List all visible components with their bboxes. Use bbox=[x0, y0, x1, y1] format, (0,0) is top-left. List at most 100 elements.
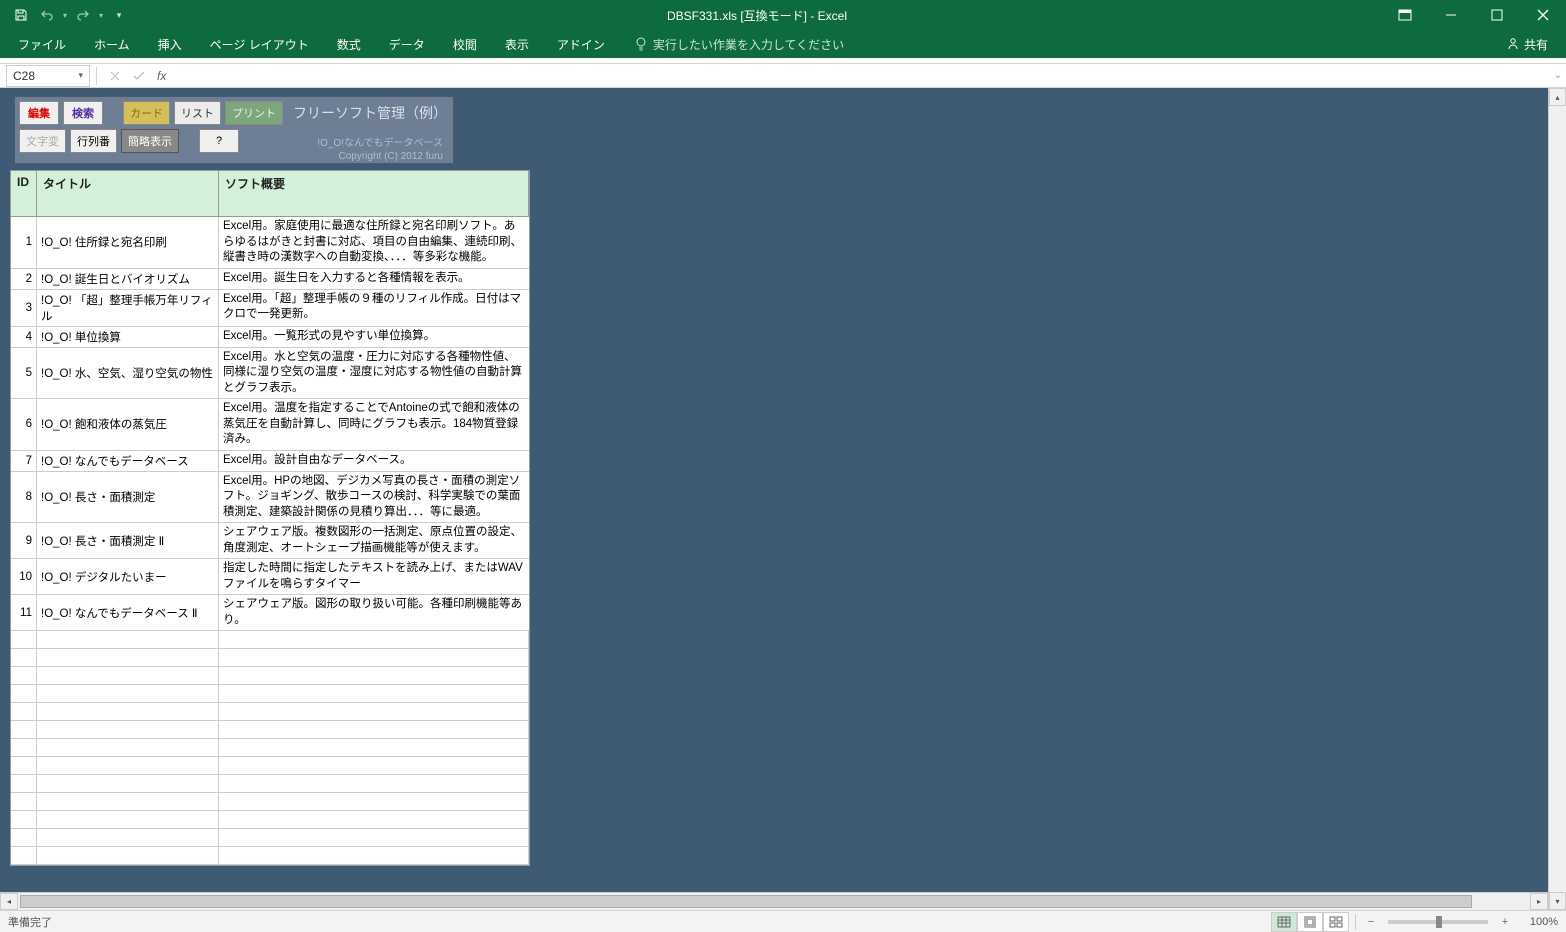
cancel-formula-button[interactable] bbox=[103, 65, 127, 87]
undo-button[interactable] bbox=[34, 2, 60, 28]
table-row-empty[interactable] bbox=[11, 775, 529, 793]
tab-home[interactable]: ホーム bbox=[80, 30, 144, 58]
cell-title[interactable]: !O_O! なんでもデータベース Ⅱ bbox=[37, 595, 219, 630]
cell-id[interactable]: 5 bbox=[11, 348, 37, 399]
table-row[interactable]: 6!O_O! 飽和液体の蒸気圧Excel用。温度を指定することでAntoineの… bbox=[11, 399, 529, 451]
cell-title[interactable]: !O_O! なんでもデータベース bbox=[37, 451, 219, 471]
table-row[interactable]: 2!O_O! 誕生日とバイオリズムExcel用。誕生日を入力すると各種情報を表示… bbox=[11, 269, 529, 290]
scroll-left-button[interactable]: ◂ bbox=[0, 893, 18, 910]
scroll-right-button[interactable]: ▸ bbox=[1530, 893, 1548, 910]
vscroll-track[interactable] bbox=[1549, 106, 1566, 892]
table-row-empty[interactable] bbox=[11, 649, 529, 667]
tab-print[interactable]: プリント bbox=[225, 101, 283, 125]
help-button[interactable]: ? bbox=[199, 129, 239, 153]
table-row[interactable]: 4!O_O! 単位換算Excel用。一覧形式の見やすい単位換算。 bbox=[11, 327, 529, 348]
tab-insert[interactable]: 挿入 bbox=[144, 30, 196, 58]
cell-title[interactable]: !O_O! 水、空気、湿り空気の物性 bbox=[37, 348, 219, 399]
cell-id[interactable]: 3 bbox=[11, 290, 37, 326]
cell-id[interactable]: 4 bbox=[11, 327, 37, 347]
redo-dropdown[interactable]: ▾ bbox=[96, 2, 106, 28]
cell-title[interactable]: !O_O! 長さ・面積測定 Ⅱ bbox=[37, 523, 219, 558]
rowcol-button[interactable]: 行列番 bbox=[70, 129, 117, 153]
table-row[interactable]: 5!O_O! 水、空気、湿り空気の物性Excel用。水と空気の温度・圧力に対応す… bbox=[11, 348, 529, 400]
ribbon-options-button[interactable] bbox=[1382, 0, 1428, 30]
tab-list[interactable]: リスト bbox=[174, 101, 221, 125]
table-row[interactable]: 10!O_O! デジタルたいまー指定した時間に指定したテキストを読み上げ、または… bbox=[11, 559, 529, 595]
cell-id[interactable]: 10 bbox=[11, 559, 37, 594]
view-pagelayout-button[interactable] bbox=[1297, 912, 1323, 932]
cell-desc[interactable]: Excel用。一覧形式の見やすい単位換算。 bbox=[219, 327, 529, 347]
cell-desc[interactable]: Excel用。家庭使用に最適な住所録と宛名印刷ソフト。あらゆるはがきと封書に対応… bbox=[219, 217, 529, 268]
horizontal-scrollbar[interactable]: ◂ ▸ bbox=[0, 892, 1548, 910]
cell-id[interactable]: 9 bbox=[11, 523, 37, 558]
cell-desc[interactable]: シェアウェア版。複数図形の一括測定、原点位置の設定、角度測定、オートシェープ描画… bbox=[219, 523, 529, 558]
table-row-empty[interactable] bbox=[11, 703, 529, 721]
cell-desc[interactable]: Excel用。「超」整理手帳の９種のリフィル作成。日付はマクロで一発更新。 bbox=[219, 290, 529, 326]
cell-desc[interactable]: Excel用。水と空気の温度・圧力に対応する各種物性値、同様に湿り空気の温度・湿… bbox=[219, 348, 529, 399]
maximize-button[interactable] bbox=[1474, 0, 1520, 30]
cell-id[interactable]: 11 bbox=[11, 595, 37, 630]
cell-desc[interactable]: Excel用。HPの地図、デジカメ写真の長さ・面積の測定ソフト。ジョギング、散歩… bbox=[219, 472, 529, 523]
redo-button[interactable] bbox=[70, 2, 96, 28]
enter-formula-button[interactable] bbox=[127, 65, 151, 87]
tab-addins[interactable]: アドイン bbox=[543, 30, 619, 58]
table-row[interactable]: 7!O_O! なんでもデータベースExcel用。設計自由なデータベース。 bbox=[11, 451, 529, 472]
tab-card[interactable]: カード bbox=[123, 101, 170, 125]
cell-desc[interactable]: 指定した時間に指定したテキストを読み上げ、またはWAVファイルを鳴らすタイマー bbox=[219, 559, 529, 594]
moji-button[interactable]: 文字変 bbox=[19, 129, 66, 153]
table-row[interactable]: 8!O_O! 長さ・面積測定Excel用。HPの地図、デジカメ写真の長さ・面積の… bbox=[11, 472, 529, 524]
cell-title[interactable]: !O_O! 「超」整理手帳万年リフィル bbox=[37, 290, 219, 326]
tab-data[interactable]: データ bbox=[375, 30, 439, 58]
tab-pagelayout[interactable]: ページ レイアウト bbox=[196, 30, 323, 58]
table-row-empty[interactable] bbox=[11, 685, 529, 703]
scroll-up-button[interactable]: ▴ bbox=[1549, 88, 1566, 106]
zoom-in-button[interactable]: + bbox=[1496, 916, 1514, 928]
tab-view[interactable]: 表示 bbox=[491, 30, 543, 58]
cell-id[interactable]: 1 bbox=[11, 217, 37, 268]
table-row-empty[interactable] bbox=[11, 721, 529, 739]
zoom-slider[interactable] bbox=[1388, 920, 1488, 924]
zoom-out-button[interactable]: − bbox=[1362, 916, 1380, 928]
cell-title[interactable]: !O_O! 単位換算 bbox=[37, 327, 219, 347]
tab-file[interactable]: ファイル bbox=[4, 30, 80, 58]
cell-title[interactable]: !O_O! 住所録と宛名印刷 bbox=[37, 217, 219, 268]
cell-title[interactable]: !O_O! 長さ・面積測定 bbox=[37, 472, 219, 523]
cell-id[interactable]: 2 bbox=[11, 269, 37, 289]
qat-customize[interactable]: ▾ bbox=[106, 2, 132, 28]
edit-button[interactable]: 編集 bbox=[19, 101, 59, 125]
formula-input[interactable] bbox=[172, 65, 1543, 87]
view-pagebreak-button[interactable] bbox=[1323, 912, 1349, 932]
minimize-button[interactable] bbox=[1428, 0, 1474, 30]
cell-id[interactable]: 7 bbox=[11, 451, 37, 471]
table-row[interactable]: 9!O_O! 長さ・面積測定 Ⅱシェアウェア版。複数図形の一括測定、原点位置の設… bbox=[11, 523, 529, 559]
table-row-empty[interactable] bbox=[11, 793, 529, 811]
undo-dropdown[interactable]: ▾ bbox=[60, 2, 70, 28]
share-button[interactable]: 共有 bbox=[1506, 36, 1548, 53]
table-row-empty[interactable] bbox=[11, 631, 529, 649]
table-row[interactable]: 1!O_O! 住所録と宛名印刷Excel用。家庭使用に最適な住所録と宛名印刷ソフ… bbox=[11, 217, 529, 269]
table-row[interactable]: 11!O_O! なんでもデータベース Ⅱシェアウェア版。図形の取り扱い可能。各種… bbox=[11, 595, 529, 631]
cell-title[interactable]: !O_O! 誕生日とバイオリズム bbox=[37, 269, 219, 289]
vertical-scrollbar[interactable]: ▴ ▾ bbox=[1548, 88, 1566, 910]
scroll-down-button[interactable]: ▾ bbox=[1549, 892, 1566, 910]
zoom-thumb[interactable] bbox=[1436, 916, 1442, 928]
save-button[interactable] bbox=[8, 2, 34, 28]
cell-desc[interactable]: Excel用。誕生日を入力すると各種情報を表示。 bbox=[219, 269, 529, 289]
summary-button[interactable]: 簡略表示 bbox=[121, 129, 179, 153]
cell-desc[interactable]: Excel用。温度を指定することでAntoineの式で飽和液体の蒸気圧を自動計算… bbox=[219, 399, 529, 450]
hscroll-thumb[interactable] bbox=[20, 895, 1472, 908]
table-row-empty[interactable] bbox=[11, 667, 529, 685]
fx-icon[interactable]: fx bbox=[157, 69, 166, 83]
cell-id[interactable]: 6 bbox=[11, 399, 37, 450]
close-button[interactable] bbox=[1520, 0, 1566, 30]
tab-formulas[interactable]: 数式 bbox=[323, 30, 375, 58]
cell-id[interactable]: 8 bbox=[11, 472, 37, 523]
formula-expand-button[interactable]: ⌄ bbox=[1550, 70, 1566, 81]
table-row-empty[interactable] bbox=[11, 811, 529, 829]
cell-desc[interactable]: シェアウェア版。図形の取り扱い可能。各種印刷機能等あり。 bbox=[219, 595, 529, 630]
tell-me-search[interactable]: 実行したい作業を入力してください bbox=[619, 36, 844, 53]
zoom-value[interactable]: 100% bbox=[1514, 916, 1558, 928]
table-row[interactable]: 3!O_O! 「超」整理手帳万年リフィルExcel用。「超」整理手帳の９種のリフ… bbox=[11, 290, 529, 327]
cell-title[interactable]: !O_O! デジタルたいまー bbox=[37, 559, 219, 594]
tab-review[interactable]: 校閲 bbox=[439, 30, 491, 58]
